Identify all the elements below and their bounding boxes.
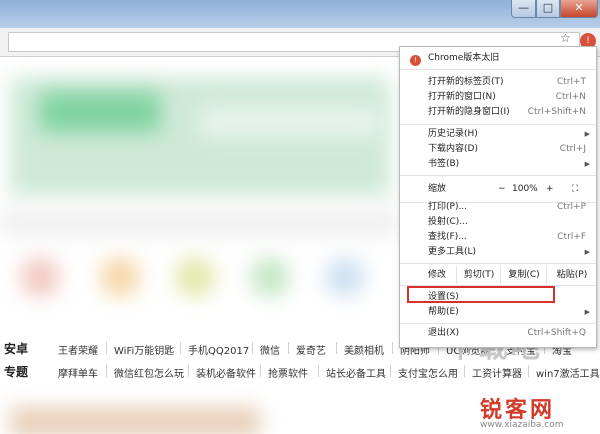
menu-item-edit: 修改 剪切(T) 复制(C) 粘贴(P) [400, 266, 596, 284]
blurred-app-icon [325, 257, 365, 297]
topic-heading: 专题 [4, 365, 29, 379]
close-button[interactable]: ✕ [560, 0, 598, 18]
close-icon: ✕ [574, 1, 584, 14]
maximize-button[interactable]: □ [536, 0, 560, 18]
blurred-block [200, 107, 380, 137]
blurred-app-icon [250, 257, 290, 297]
blurred-strip [0, 207, 400, 237]
minimize-button[interactable]: — [511, 0, 536, 18]
category-link[interactable]: 微信 [260, 342, 280, 357]
menu-item-bookmarks[interactable]: 书签(B) ▶ [400, 157, 596, 172]
category-link[interactable]: 手机QQ2017 [188, 342, 249, 357]
menu-item-history[interactable]: 历史记录(H) ▶ [400, 127, 596, 142]
maximize-icon: □ [542, 1, 554, 14]
topic-link[interactable]: win7激活工具 [536, 365, 600, 380]
topic-link[interactable]: 摩拜单车 [58, 365, 98, 380]
menu-item-downloads[interactable]: 下载内容(D) Ctrl+J [400, 142, 596, 157]
window-titlebar [0, 0, 600, 28]
topic-link[interactable]: 站长必备工具 [326, 365, 386, 380]
category-link[interactable]: 爱奇艺 [296, 342, 326, 357]
menu-item-cast[interactable]: 投射(C)... [400, 215, 596, 230]
menu-item-zoom: 缩放 − 100% + ⛶ [400, 179, 596, 199]
blurred-app-icon [20, 257, 60, 297]
menu-item-incognito[interactable]: 打开新的隐身窗口(I) Ctrl+Shift+N [400, 105, 596, 120]
menu-item-update[interactable]: ! Chrome版本太旧 [400, 51, 596, 66]
topic-link[interactable]: 支付宝怎么用 [398, 365, 458, 380]
topic-link[interactable]: 工资计算器 [472, 365, 522, 380]
category-link[interactable]: 美颜相机 [344, 342, 384, 357]
menu-item-new-tab[interactable]: 打开新的标签页(T) Ctrl+T [400, 75, 596, 90]
menu-item-help[interactable]: 帮助(E) ▶ [400, 305, 596, 320]
chevron-right-icon: ▶ [584, 160, 590, 168]
chevron-right-icon: ▶ [584, 248, 590, 256]
zoom-level: 100% [512, 184, 538, 194]
cut-button[interactable]: 剪切(T) [456, 266, 501, 284]
fullscreen-icon[interactable]: ⛶ [572, 179, 578, 199]
chevron-right-icon: ▶ [584, 308, 590, 316]
blurred-app-icon [100, 257, 140, 297]
watermark-url: www.xiazaiba.com [480, 420, 564, 430]
blurred-image [10, 407, 260, 434]
menu-item-more-tools[interactable]: 更多工具(L) ▶ [400, 245, 596, 260]
category-link[interactable]: 王者荣耀 [58, 342, 98, 357]
menu-item-find[interactable]: 查找(F)... Ctrl+F [400, 230, 596, 245]
zoom-in-button[interactable]: + [546, 179, 554, 199]
menu-item-exit[interactable]: 退出(X) Ctrl+Shift+Q [400, 326, 596, 341]
paste-button[interactable]: 粘贴(P) [546, 266, 597, 284]
bookmark-star-icon[interactable]: ☆ [560, 31, 571, 45]
blurred-logo [40, 92, 160, 132]
update-warning-icon: ! [410, 55, 421, 66]
topic-link[interactable]: 微信红包怎么玩 [114, 365, 184, 380]
android-heading: 安卓 [4, 342, 29, 356]
blurred-app-icon [175, 257, 215, 297]
settings-highlight-box [407, 286, 555, 303]
chevron-right-icon: ▶ [584, 130, 590, 138]
menu-item-print[interactable]: 打印(P)... Ctrl+P [400, 200, 596, 215]
topic-link[interactable]: 抢票软件 [268, 365, 308, 380]
zoom-out-button[interactable]: − [498, 179, 506, 199]
copy-button[interactable]: 复制(C) [500, 266, 547, 284]
topic-link[interactable]: 装机必备软件 [196, 365, 256, 380]
menu-item-new-window[interactable]: 打开新的窗口(N) Ctrl+N [400, 90, 596, 105]
category-link[interactable]: WiFi万能钥匙 [114, 342, 174, 357]
minimize-icon: — [518, 1, 529, 14]
